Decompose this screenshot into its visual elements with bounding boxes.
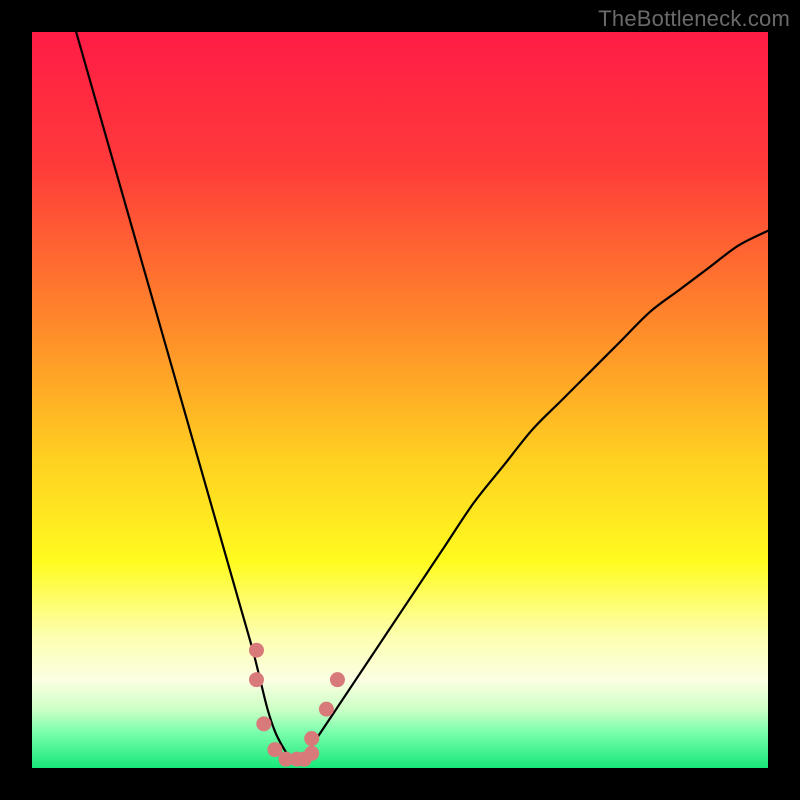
marker-point (256, 716, 271, 731)
marker-point (304, 731, 319, 746)
marker-point (249, 672, 264, 687)
chart-frame: TheBottleneck.com (0, 0, 800, 800)
marker-point (330, 672, 345, 687)
marker-point (304, 746, 319, 761)
bottleneck-chart (32, 32, 768, 768)
gradient-background (32, 32, 768, 768)
watermark-text: TheBottleneck.com (598, 6, 790, 32)
marker-point (319, 702, 334, 717)
marker-point (249, 643, 264, 658)
plot-area (32, 32, 768, 768)
